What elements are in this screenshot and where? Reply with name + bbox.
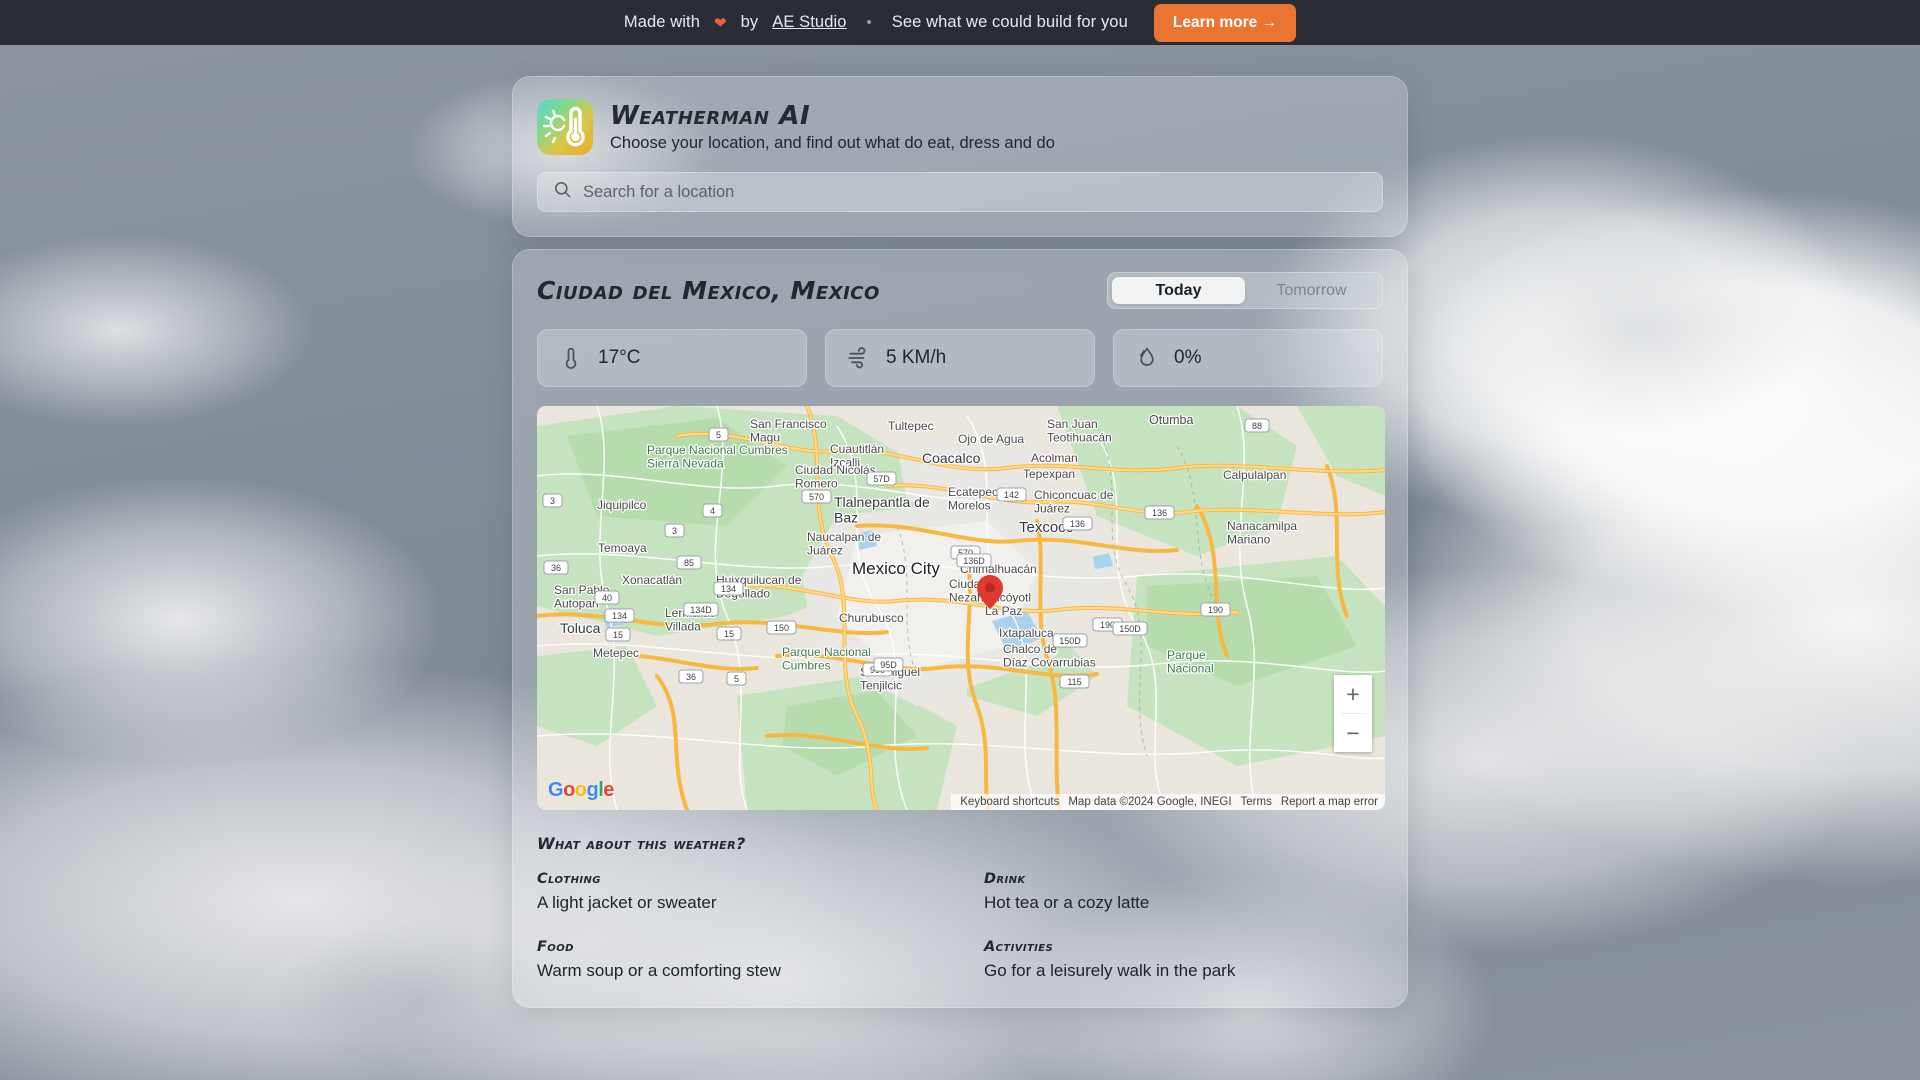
search-icon [553, 180, 572, 204]
google-logo[interactable]: Google [548, 779, 614, 802]
reco-item-food: Food Warm soup or a comforting stew [537, 939, 936, 981]
reco-label-food: Food [537, 939, 574, 955]
google-letter-g: G [548, 779, 564, 801]
search-input[interactable] [583, 182, 1367, 202]
reco-value-clothing: A light jacket or sweater [537, 893, 717, 912]
wind-icon [846, 345, 872, 371]
stat-wind: 5 KM/h [825, 329, 1095, 387]
app-title: Weatherman AI [610, 101, 811, 131]
reco-item-activities: Activities Go for a leisurely walk in th… [984, 939, 1383, 981]
map-data-text: Map data ©2024 Google, INEGI [1068, 796, 1232, 808]
reco-label-activities: Activities [984, 939, 1054, 955]
brand-titles: Weatherman AI Choose your location, and … [610, 101, 1055, 153]
temperature-value: 17°C [598, 347, 641, 368]
recommendations-heading: What about this weather? [537, 834, 746, 853]
weather-stats-row: 17°C 5 KM/h 0% [537, 329, 1383, 387]
search-bar[interactable] [537, 172, 1383, 212]
map-pin-icon [977, 575, 1003, 609]
promo-by: by [740, 13, 759, 31]
location-title: Ciudad del Mexico, Mexico [537, 276, 880, 305]
wind-value: 5 KM/h [886, 347, 947, 368]
promo-tagline: See what we could build for you [891, 13, 1128, 31]
google-letter-g2: g [586, 779, 599, 801]
day-toggle[interactable]: Today Tomorrow [1107, 272, 1383, 309]
reco-label-drink: Drink [984, 871, 1026, 887]
reco-label-clothing: Clothing [537, 871, 601, 887]
google-letter-e: e [603, 779, 614, 801]
stat-temperature: 17°C [537, 329, 807, 387]
brand-row: Weatherman AI Choose your location, and … [537, 99, 1383, 155]
precipitation-value: 0% [1174, 347, 1202, 368]
heart-icon: ❤ [714, 14, 727, 32]
reco-value-drink: Hot tea or a cozy latte [984, 893, 1150, 912]
map-zoom-controls[interactable]: + − [1334, 675, 1372, 752]
reco-value-food: Warm soup or a comforting stew [537, 961, 782, 980]
recommendations-section: What about this weather? Clothing A ligh… [537, 834, 1383, 981]
report-map-error-link[interactable]: Report a map error [1281, 796, 1378, 808]
keyboard-shortcuts-link[interactable]: Keyboard shortcuts [960, 796, 1059, 808]
reco-value-activities: Go for a leisurely walk in the park [984, 961, 1236, 980]
learn-more-button[interactable]: Learn more → [1153, 3, 1297, 42]
thermometer-sun-icon [537, 99, 593, 155]
zoom-out-button[interactable]: − [1334, 714, 1372, 752]
recommendations-grid: Clothing A light jacket or sweater Drink… [537, 871, 1383, 981]
google-letter-o2: o [574, 779, 587, 801]
promo-separator: • [866, 14, 872, 31]
droplet-icon [1134, 345, 1160, 371]
promo-banner: Made with ❤ by AE Studio • See what we c… [0, 0, 1920, 45]
terms-link[interactable]: Terms [1241, 796, 1272, 808]
map-attribution: Keyboard shortcuts Map data ©2024 Google… [951, 794, 1385, 810]
reco-item-drink: Drink Hot tea or a cozy latte [984, 871, 1383, 913]
app-subtitle: Choose your location, and find out what … [610, 134, 1055, 152]
tab-tomorrow[interactable]: Tomorrow [1245, 277, 1378, 304]
weather-card-header: Ciudad del Mexico, Mexico Today Tomorrow [537, 272, 1383, 309]
location-map[interactable]: San Francisco Magu Tultepec Ojo de Agua San … [537, 406, 1385, 810]
stat-precipitation: 0% [1113, 329, 1383, 387]
thermometer-icon [558, 345, 584, 371]
ae-studio-link[interactable]: AE Studio [772, 13, 846, 32]
zoom-in-button[interactable]: + [1334, 675, 1372, 713]
app-header-card: Weatherman AI Choose your location, and … [512, 76, 1408, 237]
google-letter-o1: o [563, 779, 575, 801]
reco-item-clothing: Clothing A light jacket or sweater [537, 871, 936, 913]
map-canvas [537, 406, 1385, 810]
promo-made-with: Made with [623, 13, 701, 31]
tab-today[interactable]: Today [1112, 277, 1245, 304]
weather-card: Ciudad del Mexico, Mexico Today Tomorrow… [512, 249, 1408, 1008]
